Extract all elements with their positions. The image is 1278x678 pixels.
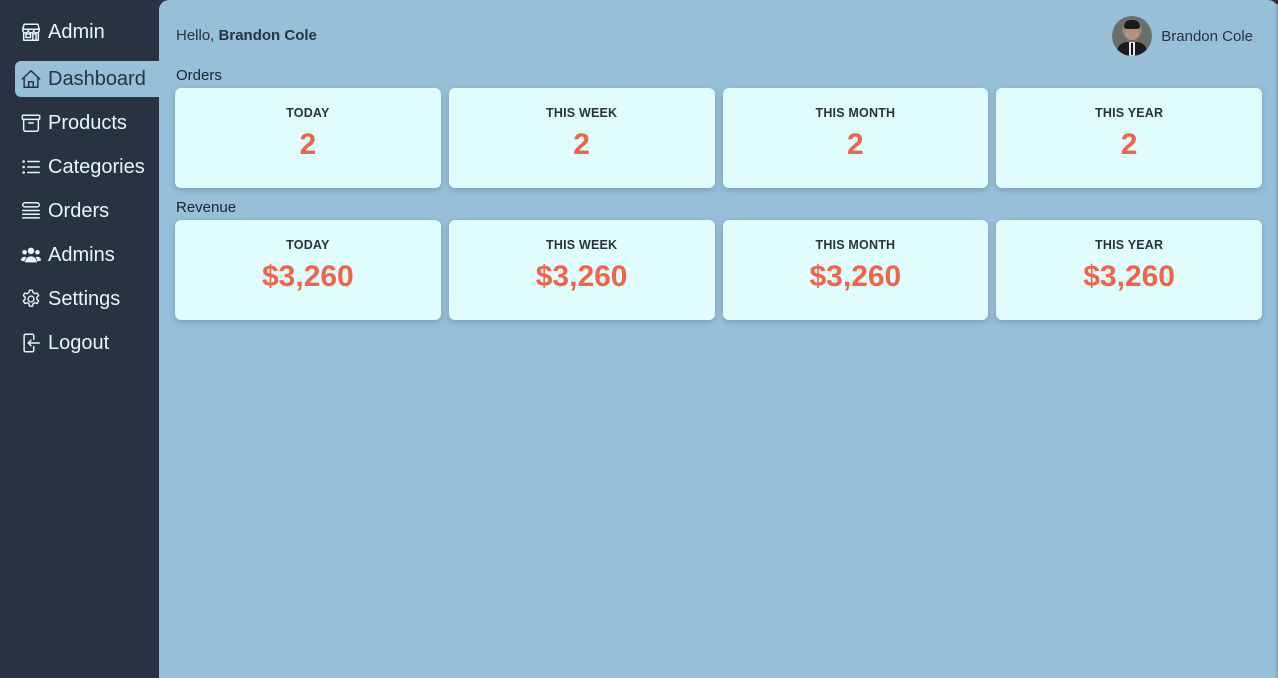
card-label: THIS YEAR (1095, 106, 1164, 120)
avatar[interactable] (1112, 16, 1153, 56)
list-icon (22, 160, 40, 174)
revenue-card-today: TODAY $3,260 (175, 220, 441, 320)
card-label: THIS YEAR (1095, 238, 1164, 252)
orders-card-this-week: THIS WEEK 2 (448, 88, 715, 188)
sidebar-item-label: Products (48, 111, 127, 134)
sidebar-item-label: Logout (48, 331, 110, 354)
card-value: 2 (299, 128, 317, 161)
revenue-card-this-week: THIS WEEK $3,260 (448, 220, 715, 320)
sidebar-item-label: Dashboard (48, 67, 146, 90)
card-value: 2 (1120, 128, 1138, 161)
card-value: $3,260 (809, 260, 902, 293)
card-label: THIS WEEK (546, 106, 618, 120)
logout-icon (23, 333, 40, 353)
revenue-card-this-year: THIS YEAR $3,260 (996, 220, 1262, 320)
archive-box-icon (21, 114, 41, 132)
card-value: 2 (573, 128, 590, 161)
card-value: $3,260 (261, 260, 354, 293)
card-value: 2 (847, 128, 864, 161)
user-profile[interactable]: Brandon Cole (1112, 16, 1253, 56)
card-label: THIS WEEK (546, 238, 618, 252)
sidebar-item-settings[interactable]: Settings (15, 281, 165, 317)
card-value: $3,260 (535, 260, 628, 293)
greeting-user-name: Brandon Cole (218, 27, 317, 44)
gear-icon (22, 289, 40, 307)
card-label: THIS MONTH (815, 238, 896, 252)
sidebar-item-label: Orders (48, 199, 110, 222)
sidebar-item-dashboard[interactable]: Dashboard (15, 61, 165, 97)
greeting: Hello, Brandon Cole (176, 27, 317, 44)
sidebar-item-logout[interactable]: Logout (15, 325, 165, 361)
brand-logo[interactable]: Admin (20, 19, 105, 45)
brand-label: Admin (48, 20, 105, 43)
sidebar-item-products[interactable]: Products (15, 105, 165, 141)
card-label: TODAY (286, 238, 330, 252)
main-content: Hello, Brandon Cole Brandon Cole Orders … (159, 0, 1278, 678)
sidebar-item-label: Categories (48, 155, 145, 178)
revenue-card-this-month: THIS MONTH $3,260 (722, 220, 989, 320)
orders-cards: TODAY 2 THIS WEEK 2 THIS MONTH 2 THIS YE… (175, 88, 1262, 188)
sidebar: Admin Dashboard Products Categories Orde… (0, 0, 165, 678)
orders-card-this-month: THIS MONTH 2 (722, 88, 989, 188)
revenue-section-title: Revenue (176, 199, 237, 216)
queue-list-icon (22, 202, 40, 219)
home-icon (21, 70, 41, 88)
sidebar-item-label: Settings (48, 287, 121, 310)
orders-card-this-year: THIS YEAR 2 (996, 88, 1262, 188)
storefront-icon (22, 23, 40, 41)
orders-section-title: Orders (176, 67, 222, 84)
card-value: $3,260 (1083, 260, 1175, 293)
profile-name: Brandon Cole (1161, 27, 1253, 45)
orders-card-today: TODAY 2 (175, 88, 441, 188)
sidebar-item-admins[interactable]: Admins (15, 237, 165, 273)
sidebar-item-label: Admins (48, 243, 115, 266)
sidebar-item-categories[interactable]: Categories (15, 149, 165, 185)
users-icon (20, 247, 42, 263)
greeting-prefix: Hello, (176, 27, 215, 44)
card-label: TODAY (286, 106, 330, 120)
card-label: THIS MONTH (815, 106, 896, 120)
sidebar-item-orders[interactable]: Orders (15, 193, 165, 229)
revenue-cards: TODAY $3,260 THIS WEEK $3,260 THIS MONTH… (175, 220, 1262, 320)
